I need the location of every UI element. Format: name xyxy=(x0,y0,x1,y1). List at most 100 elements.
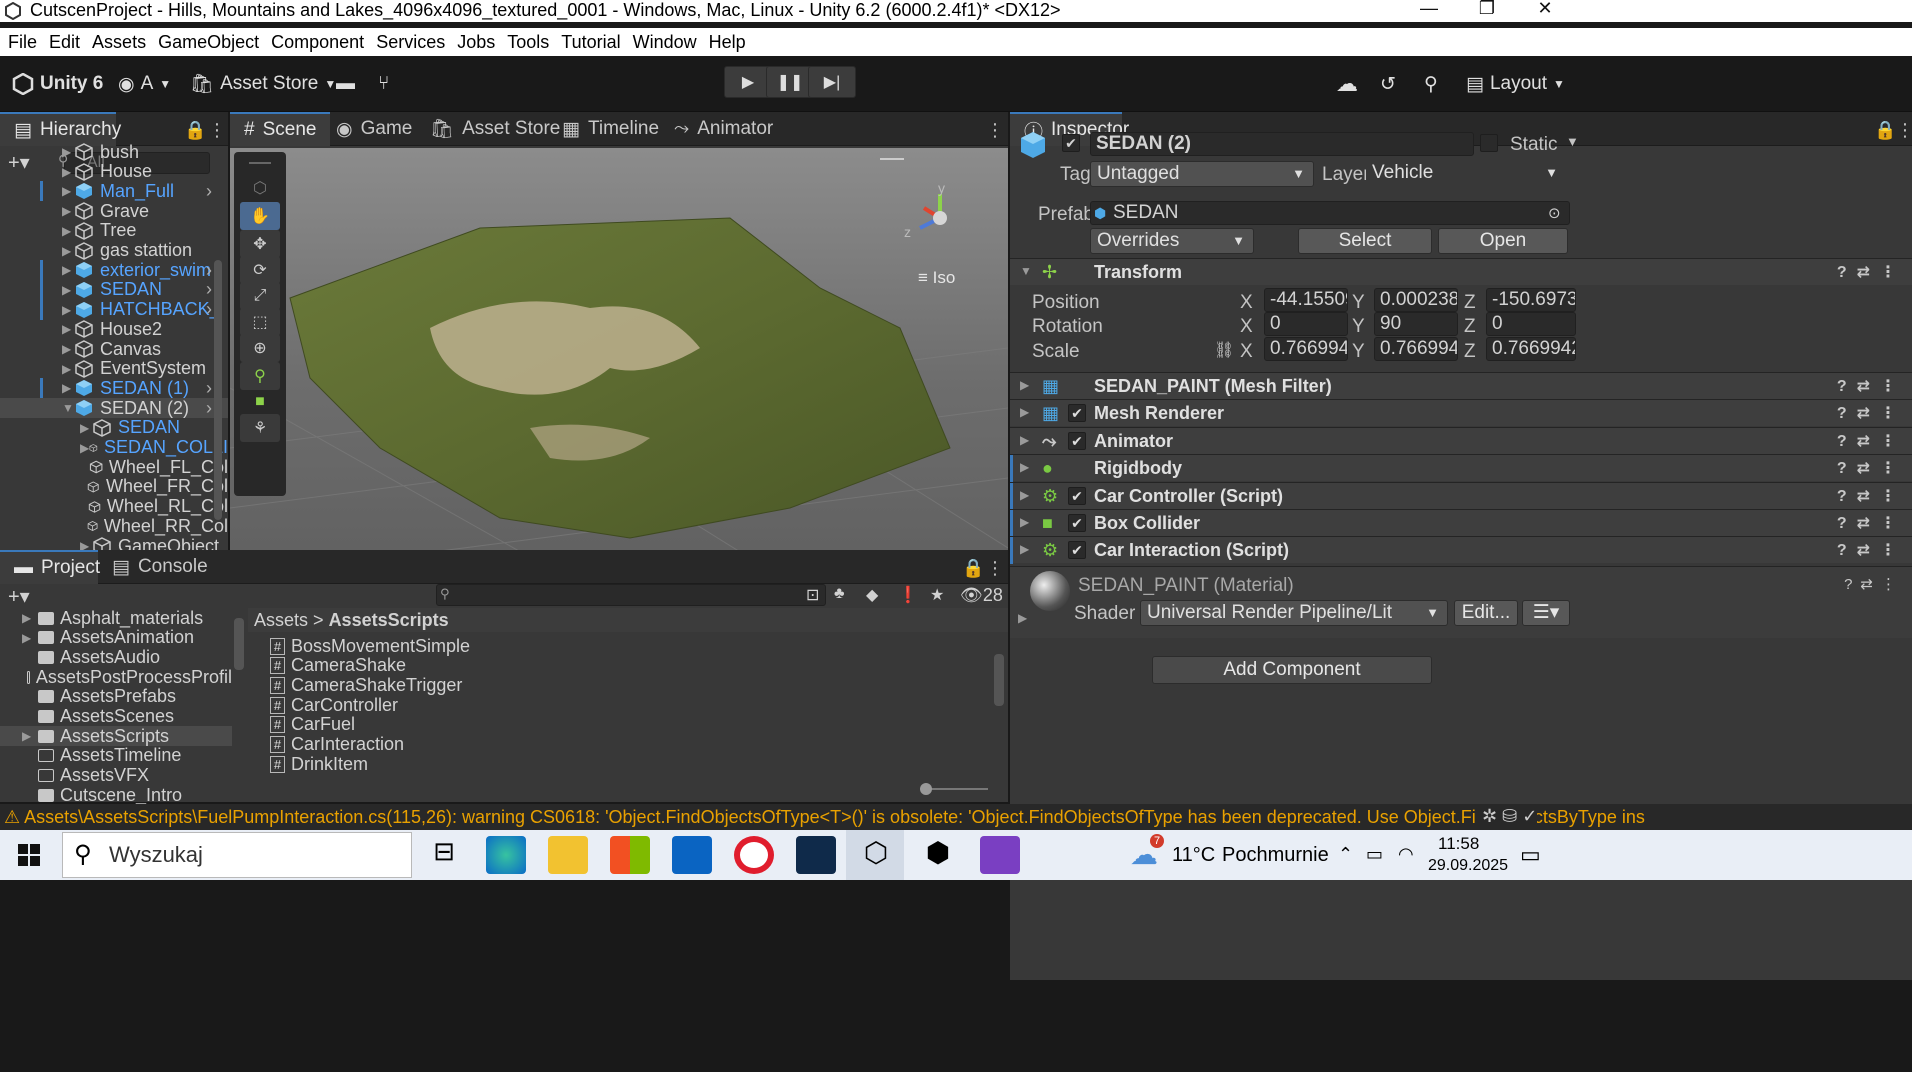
taskbar-search-input[interactable]: Wyszukaj xyxy=(62,832,412,878)
edge-icon[interactable] xyxy=(486,836,526,874)
foldout-icon[interactable]: ▶ xyxy=(62,184,74,198)
x-axis-label[interactable]: X xyxy=(1240,341,1253,363)
menu-jobs[interactable]: Jobs xyxy=(457,32,495,53)
menu-tools[interactable]: Tools xyxy=(507,32,549,53)
version-control-button[interactable]: ⑂ xyxy=(378,68,389,100)
task-view-icon[interactable]: ⊟ xyxy=(424,836,464,874)
car-interaction-component-header[interactable]: ▶ ⚙ ✔ Car Interaction (Script) ?⇄⋮ xyxy=(1010,536,1912,565)
custom-tool-button[interactable]: ⚲ xyxy=(240,362,280,390)
enabled-checkbox[interactable]: ✔ xyxy=(1068,514,1086,532)
rotation-z-field[interactable]: 0 xyxy=(1486,312,1576,336)
move-tool-button[interactable]: ✥ xyxy=(240,230,280,258)
hierarchy-item[interactable]: Wheel_FL_Col xyxy=(0,457,228,477)
microsoft-store-icon[interactable] xyxy=(610,836,650,874)
rotation-x-field[interactable]: 0 xyxy=(1264,312,1348,336)
hierarchy-item[interactable]: ▶ SEDAN › xyxy=(0,279,228,300)
opera-icon[interactable] xyxy=(734,836,774,874)
x-axis-label[interactable]: X xyxy=(1240,316,1253,338)
tab-console[interactable]: ▤ Console xyxy=(98,550,222,584)
position-x-field[interactable]: -44.15509 xyxy=(1264,288,1348,312)
scale-y-field[interactable]: 0.7669942 xyxy=(1374,337,1458,361)
projection-toggle[interactable]: ≡ Iso xyxy=(918,268,955,288)
chevron-right-icon[interactable]: › xyxy=(206,300,212,320)
foldout-icon[interactable]: ▶ xyxy=(62,342,74,356)
status-bar[interactable]: ⚠ Assets\AssetsScripts\FuelPumpInteracti… xyxy=(0,804,1912,830)
foldout-icon[interactable]: ▶ xyxy=(62,145,74,159)
unity-app-icon[interactable]: ⬡ xyxy=(856,836,896,874)
component-actions[interactable]: ?⇄⋮ xyxy=(1837,262,1906,282)
x-axis-label[interactable]: X xyxy=(1240,292,1253,314)
scale-z-field[interactable]: 0.7669942 xyxy=(1486,337,1576,361)
lock-icon[interactable]: 🔒 xyxy=(184,120,206,141)
foldout-icon[interactable]: ▶ xyxy=(1018,611,1027,625)
mesh-renderer-component-header[interactable]: ▶ ▦ ✔ Mesh Renderer ?⇄⋮ xyxy=(1010,399,1912,427)
folder-item[interactable]: AssetsPostProcessProfil xyxy=(0,667,232,687)
object-name-field[interactable]: SEDAN (2) xyxy=(1090,132,1474,156)
hierarchy-item[interactable]: ▶ EventSystem xyxy=(0,359,228,379)
shader-menu-button[interactable]: ☰▾ xyxy=(1522,600,1570,626)
enabled-checkbox[interactable]: ✔ xyxy=(1068,541,1086,560)
script-file-item[interactable]: # CarFuel xyxy=(270,714,355,735)
foldout-icon[interactable]: ▶ xyxy=(62,362,74,376)
windows-start-icon[interactable] xyxy=(18,844,40,866)
history-button[interactable]: ↺ xyxy=(1380,68,1396,100)
foldout-icon[interactable]: ▶ xyxy=(62,165,74,179)
position-z-field[interactable]: -150.6973 xyxy=(1486,288,1576,312)
object-picker-icon[interactable]: ⊙ xyxy=(1548,204,1561,222)
maximize-button[interactable]: ❐ xyxy=(1464,0,1510,22)
component-actions[interactable]: ?⇄⋮ xyxy=(1837,431,1906,451)
foldout-icon[interactable]: ▶ xyxy=(62,263,74,277)
hierarchy-item[interactable]: Wheel_FR_Col xyxy=(0,477,228,497)
hierarchy-item[interactable]: ▶ SEDAN (1) › xyxy=(0,378,228,399)
foldout-icon[interactable]: ▶ xyxy=(22,611,34,625)
tab-game[interactable]: ◉ Game xyxy=(322,112,426,146)
chevron-right-icon[interactable]: › xyxy=(206,260,212,280)
wifi-icon[interactable]: ◠ xyxy=(1398,844,1414,865)
search-by-label-icon[interactable]: ♣ xyxy=(834,585,845,603)
asset-store-dropdown[interactable]: 🛍 Asset Store ▼ xyxy=(190,68,336,100)
step-button[interactable]: ▶| xyxy=(808,66,856,98)
kebab-menu-icon[interactable]: ⋮ xyxy=(986,120,1004,141)
battery-icon[interactable]: ▭ xyxy=(1366,844,1383,865)
hierarchy-item[interactable]: ▶ exterior_swim › xyxy=(0,260,228,281)
select-button[interactable]: Select xyxy=(1298,228,1432,254)
tab-hierarchy[interactable]: ▤ Hierarchy xyxy=(0,112,121,146)
hierarchy-item[interactable]: ▶ SEDAN xyxy=(0,418,228,438)
disney-plus-icon[interactable] xyxy=(796,836,836,874)
breadcrumb-current[interactable]: AssetsScripts xyxy=(329,610,449,630)
enabled-checkbox[interactable]: ✔ xyxy=(1068,431,1086,450)
lock-icon[interactable]: 🔒 xyxy=(1874,120,1896,141)
component-actions[interactable]: ?⇄⋮ xyxy=(1837,486,1906,506)
layout-dropdown[interactable]: ▤ Layout ▼ xyxy=(1466,68,1565,100)
foldout-icon[interactable]: ▶ xyxy=(22,729,34,743)
hierarchy-item[interactable]: ▶ Tree xyxy=(0,221,228,241)
project-search-input[interactable] xyxy=(436,584,826,606)
hierarchy-item[interactable]: ▶ bush xyxy=(0,142,228,162)
chevron-right-icon[interactable]: › xyxy=(206,378,212,398)
script-file-item[interactable]: # CameraShake xyxy=(270,655,406,676)
tab-timeline[interactable]: ▦ Timeline xyxy=(548,112,673,146)
edit-shader-button[interactable]: Edit... xyxy=(1454,600,1518,626)
folder-item[interactable]: AssetsAudio xyxy=(0,647,232,667)
hierarchy-scrollbar[interactable] xyxy=(214,260,222,520)
shader-dropdown[interactable]: Universal Render Pipeline/Lit ▼ xyxy=(1140,600,1448,626)
script-file-item[interactable]: # CarController xyxy=(270,695,398,715)
kebab-menu-icon[interactable]: ⋮ xyxy=(208,120,226,141)
foldout-icon[interactable]: ▶ xyxy=(62,303,74,317)
chevron-right-icon[interactable]: › xyxy=(206,398,212,418)
folder-item[interactable]: AssetsVFX xyxy=(0,766,232,786)
kebab-menu-icon[interactable]: ⋮ xyxy=(986,558,1004,579)
constrain-proportions-icon[interactable]: ⛓ xyxy=(1214,340,1234,360)
transform-component-header[interactable]: ▼ ✢ Transform ?⇄⋮ xyxy=(1010,258,1912,285)
favorite-icon[interactable]: ★ xyxy=(930,585,944,605)
kebab-menu-icon[interactable]: ⋮ xyxy=(1896,120,1912,141)
hidden-packages-toggle[interactable]: 👁28 xyxy=(960,585,1003,606)
folder-item[interactable]: AssetsTimeline xyxy=(0,746,232,766)
menu-gameobject[interactable]: GameObject xyxy=(158,32,259,53)
layer-dropdown[interactable]: Vehicle ▼ xyxy=(1366,161,1566,187)
tab-project[interactable]: ▬ Project xyxy=(0,550,100,584)
component-actions[interactable]: ?⇄⋮ xyxy=(1837,376,1906,396)
lock-icon[interactable]: 🔒 xyxy=(962,558,984,579)
breadcrumb-root[interactable]: Assets xyxy=(254,610,308,630)
rotation-y-field[interactable]: 90 xyxy=(1374,312,1458,336)
